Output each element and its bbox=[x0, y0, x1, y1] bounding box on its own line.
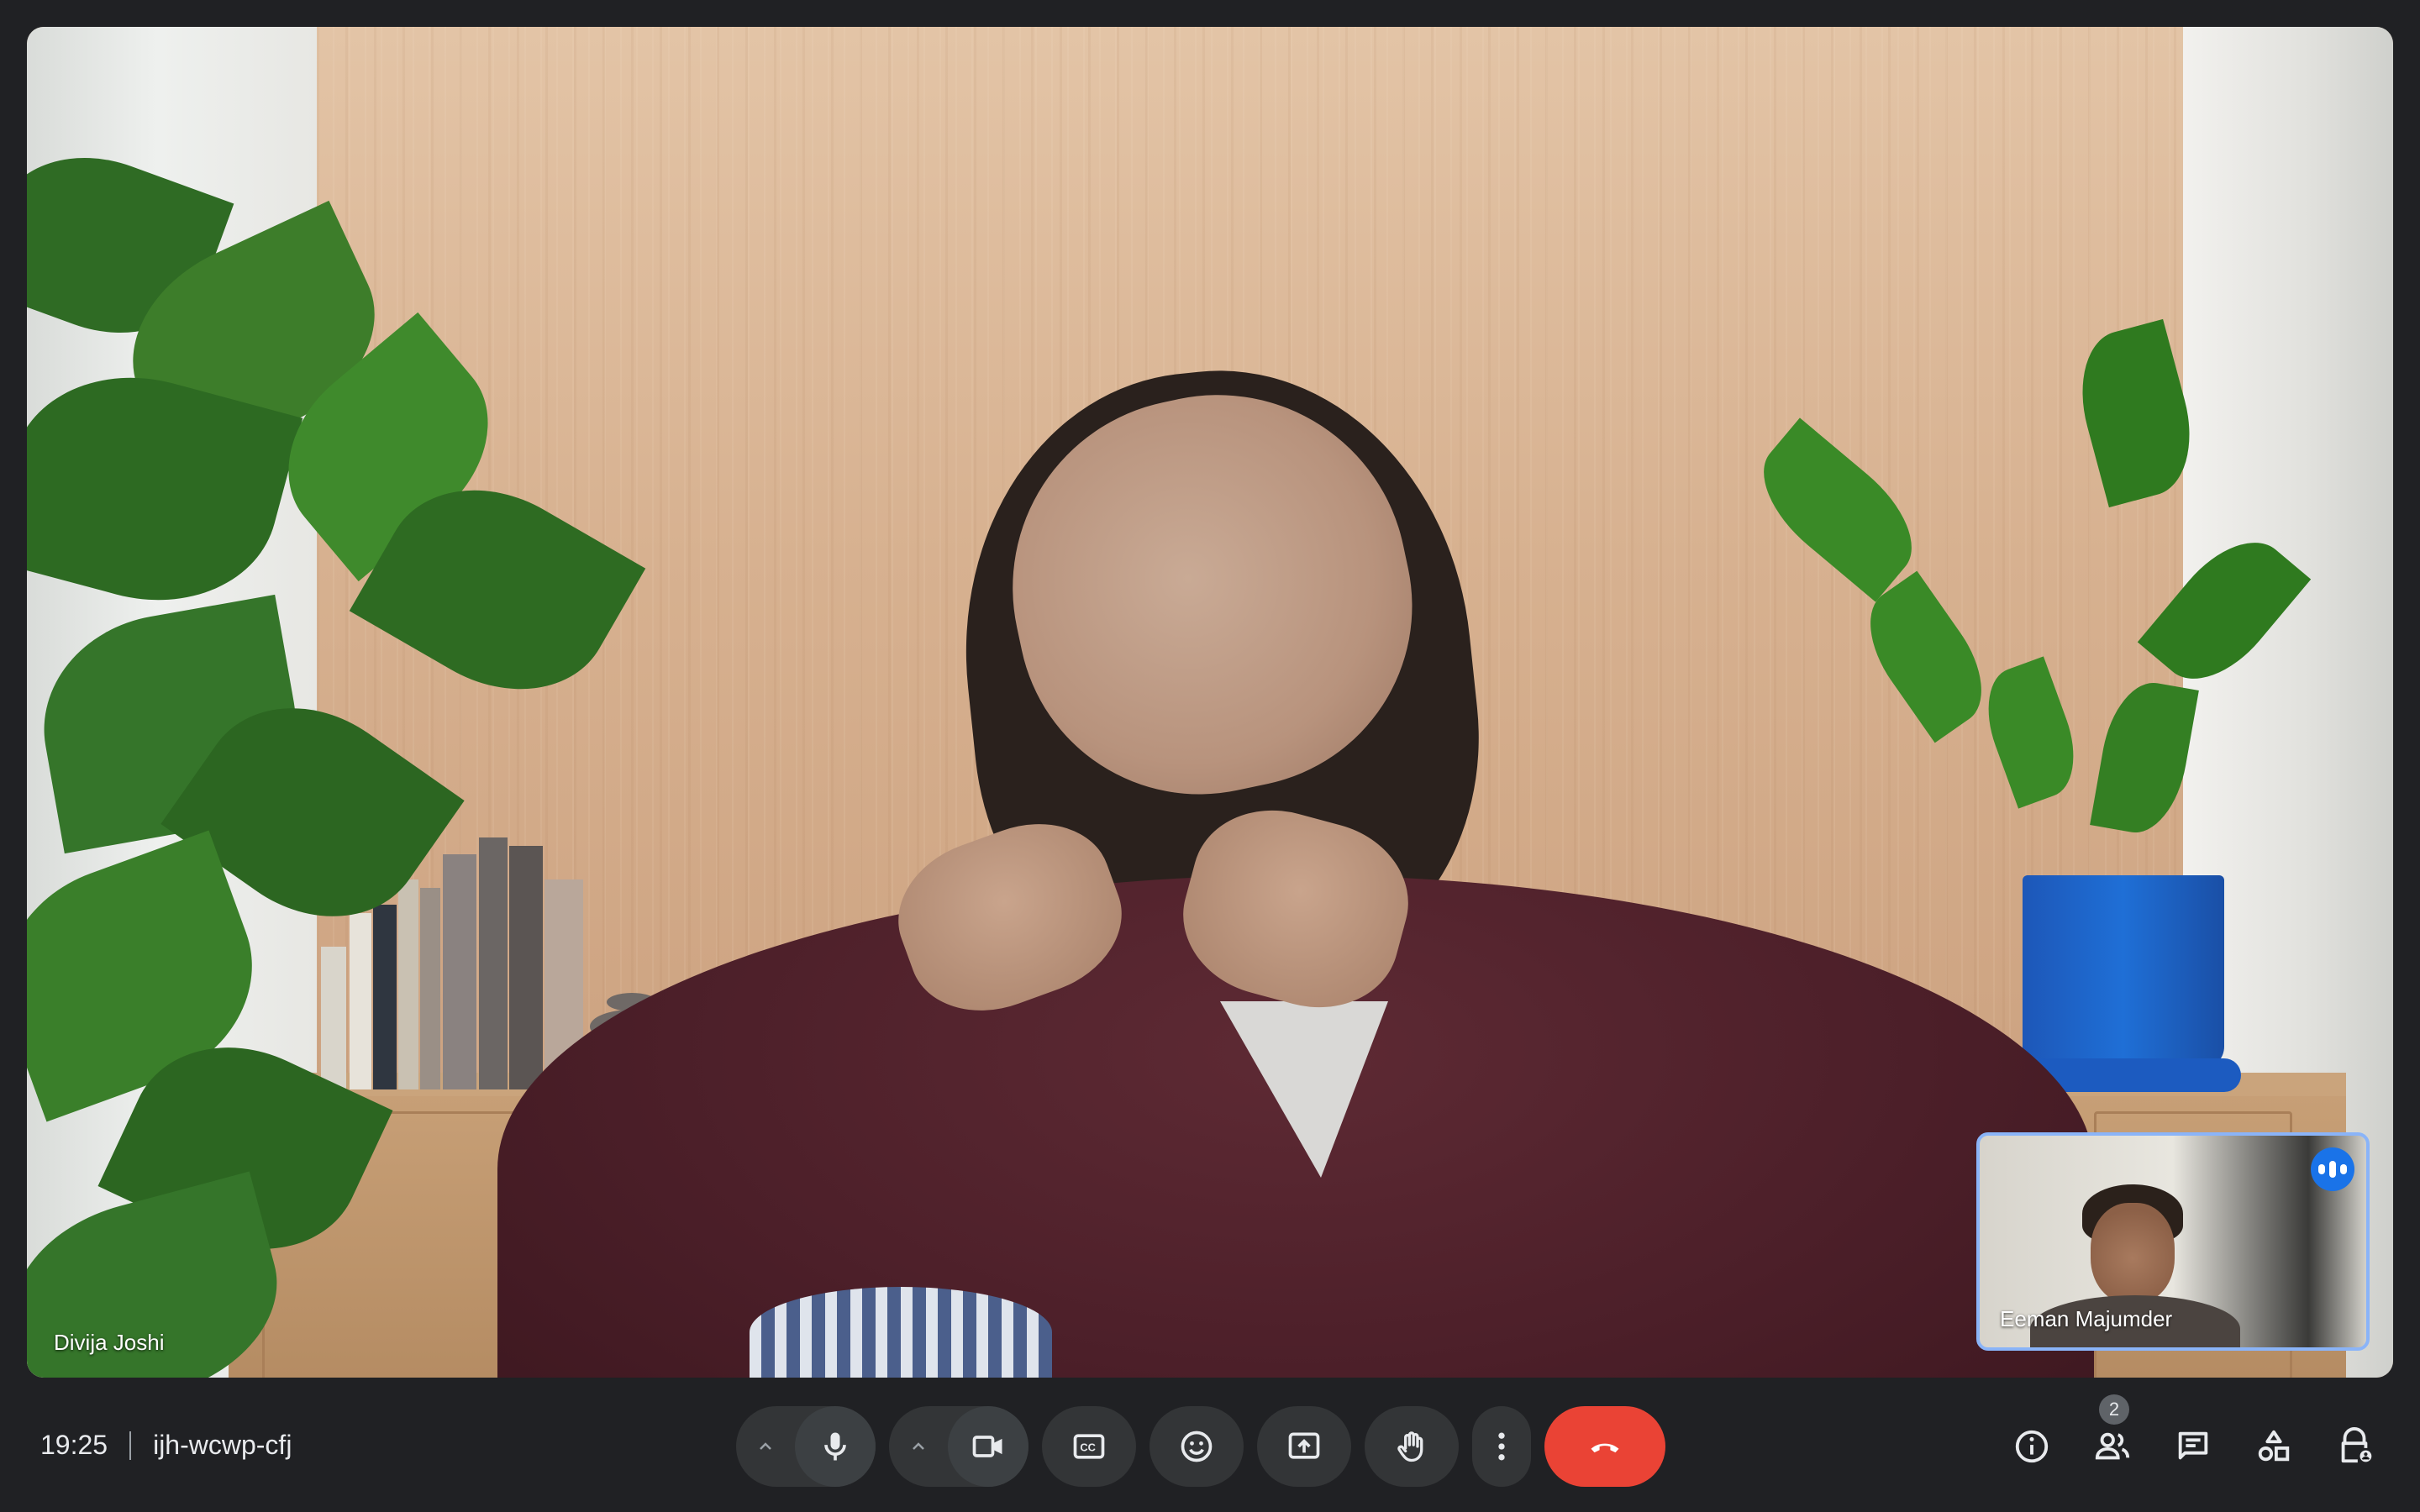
call-controls: CC bbox=[736, 1406, 1665, 1487]
self-view-name-label: Eeman Majumder bbox=[2000, 1306, 2173, 1331]
present-now-button[interactable] bbox=[1257, 1406, 1351, 1487]
host-controls-button[interactable] bbox=[2314, 1416, 2395, 1477]
meeting-toolbar: 19:25 ijh-wcwp-cfj CC 2 bbox=[0, 1378, 2420, 1512]
audio-settings-button[interactable] bbox=[736, 1406, 795, 1487]
meeting-info-divider bbox=[129, 1431, 132, 1460]
more-options-button[interactable] bbox=[1472, 1406, 1531, 1487]
chevron-up-icon bbox=[913, 1442, 924, 1450]
svg-text:CC: CC bbox=[1080, 1441, 1096, 1454]
camera-button[interactable] bbox=[948, 1406, 1028, 1487]
info-icon bbox=[2015, 1430, 2049, 1463]
raise-hand-button[interactable] bbox=[1365, 1406, 1459, 1487]
chat-button[interactable] bbox=[2153, 1416, 2233, 1477]
meeting-code: ijh-wcwp-cfj bbox=[153, 1430, 292, 1460]
lock-person-icon bbox=[2341, 1427, 2372, 1463]
raise-hand-icon bbox=[1397, 1431, 1423, 1462]
activities-button[interactable] bbox=[2233, 1416, 2314, 1477]
microphone-button[interactable] bbox=[795, 1406, 876, 1487]
side-panel-buttons: 2 bbox=[1991, 1394, 2395, 1477]
participant-count-badge: 2 bbox=[2099, 1394, 2129, 1425]
activities-icon bbox=[2258, 1430, 2290, 1462]
reactions-button[interactable] bbox=[1150, 1406, 1244, 1487]
microphone-icon bbox=[824, 1432, 846, 1461]
emoji-icon bbox=[1181, 1431, 1213, 1462]
participant-hands bbox=[867, 791, 1455, 1034]
more-vertical-icon bbox=[1498, 1432, 1505, 1461]
meeting-details-button[interactable] bbox=[1991, 1416, 2072, 1477]
videocam-icon bbox=[972, 1436, 1002, 1457]
present-screen-icon bbox=[1288, 1432, 1320, 1459]
background-plant-pot bbox=[2023, 875, 2224, 1068]
meeting-clock: 19:25 bbox=[40, 1430, 108, 1460]
meeting-details: 19:25 ijh-wcwp-cfj bbox=[40, 1430, 292, 1461]
self-view-face bbox=[2091, 1203, 2175, 1304]
self-view-tile[interactable]: Eeman Majumder bbox=[1976, 1132, 2370, 1351]
people-button[interactable]: 2 bbox=[2072, 1394, 2153, 1477]
participant-pillow bbox=[750, 1287, 1052, 1378]
people-icon bbox=[2095, 1432, 2130, 1460]
camera-control-group bbox=[889, 1406, 1028, 1487]
leave-call-button[interactable] bbox=[1544, 1406, 1665, 1487]
mic-control-group bbox=[736, 1406, 876, 1487]
call-end-icon bbox=[1591, 1443, 1619, 1453]
speaking-indicator-icon bbox=[2311, 1147, 2354, 1191]
chevron-up-icon bbox=[760, 1442, 771, 1450]
video-settings-button[interactable] bbox=[889, 1406, 948, 1487]
closed-captions-icon: CC bbox=[1073, 1434, 1105, 1459]
captions-button[interactable]: CC bbox=[1042, 1406, 1136, 1487]
participant-name-label: Divija Joshi bbox=[54, 1330, 165, 1355]
chat-icon bbox=[2178, 1431, 2208, 1460]
